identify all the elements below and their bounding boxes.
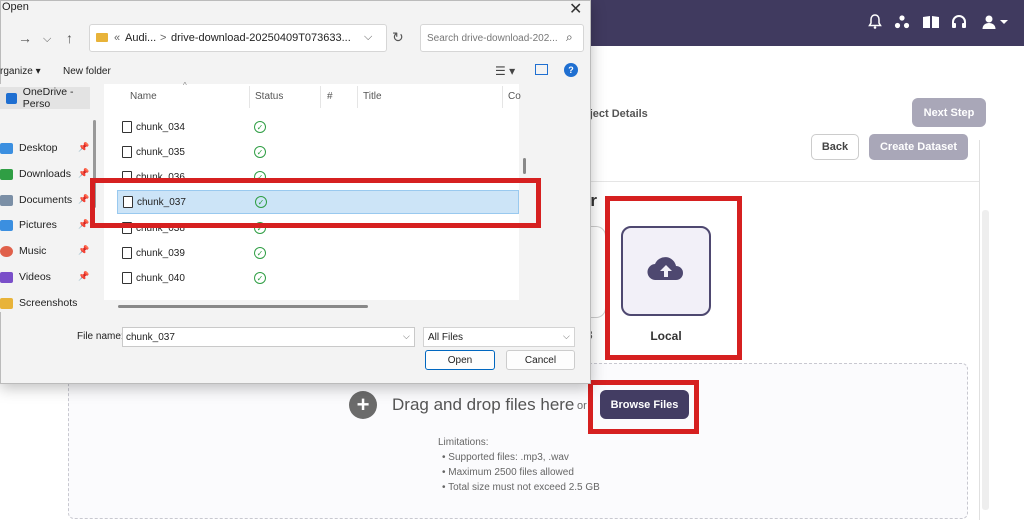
sidebar-item-screenshots[interactable]: Screenshots — [0, 292, 90, 314]
file-name-label: File name: — [77, 331, 124, 342]
bell-icon[interactable] — [868, 14, 886, 32]
audio-file-icon — [122, 247, 132, 259]
step-label-project-details: oject Details — [583, 108, 648, 120]
status-synced-icon: ✓ — [254, 121, 266, 133]
close-icon[interactable]: ✕ — [569, 0, 582, 19]
file-row[interactable]: chunk_040 ✓ — [104, 266, 519, 290]
limit-item: • Maximum 2500 files allowed — [442, 467, 574, 478]
column-separator[interactable] — [502, 86, 503, 108]
breadcrumb-current[interactable]: drive-download-20250409T073633... — [171, 32, 351, 44]
file-row[interactable]: chunk_039 ✓ — [104, 241, 519, 265]
status-synced-icon: ✓ — [254, 272, 266, 284]
pin-icon[interactable]: 📌 — [78, 168, 89, 179]
file-name-input[interactable]: chunk_037 ⌵ — [122, 327, 415, 347]
open-button[interactable]: Open — [425, 350, 495, 370]
column-separator[interactable] — [357, 86, 358, 108]
chevron-down-icon[interactable]: ⌵ — [563, 331, 570, 342]
sidebar-item-music[interactable]: Music 📌 — [0, 240, 90, 262]
book-icon[interactable] — [922, 14, 940, 32]
videos-icon — [0, 271, 13, 283]
search-icon[interactable]: ⌕ — [566, 30, 573, 45]
chevron-down-icon[interactable]: ⌵ — [403, 331, 410, 342]
panel-border — [979, 140, 980, 520]
headset-icon[interactable] — [951, 14, 969, 32]
limit-item: • Total size must not exceed 2.5 GB — [442, 482, 600, 493]
column-header-number[interactable]: # — [327, 91, 333, 102]
audio-file-icon — [122, 146, 132, 158]
cancel-button[interactable]: Cancel — [506, 350, 575, 370]
limit-item: • Supported files: .mp3, .wav — [442, 452, 569, 463]
status-synced-icon: ✓ — [254, 247, 266, 259]
next-step-button[interactable]: Next Step — [912, 98, 986, 127]
refresh-icon[interactable]: ↻ — [392, 29, 404, 46]
dialog-title: Open — [2, 1, 29, 13]
breadcrumb-overflow[interactable]: « — [114, 32, 120, 44]
sort-ascending-icon: ^ — [183, 81, 187, 90]
column-separator[interactable] — [249, 86, 250, 108]
pin-icon[interactable]: 📌 — [78, 219, 89, 230]
local-source-label: Local — [650, 329, 682, 343]
sidebar-item-onedrive[interactable]: OneDrive - Perso — [0, 86, 90, 110]
address-bar[interactable]: « Audi... > drive-download-20250409T0736… — [89, 24, 387, 52]
download-icon — [0, 168, 13, 180]
local-source-card[interactable] — [621, 226, 711, 316]
sidebar-item-downloads[interactable]: Downloads 📌 — [0, 163, 90, 185]
history-dropdown-icon[interactable]: ⌵ — [43, 33, 51, 46]
limitations: Limitations: • Supported files: .mp3, .w… — [438, 435, 600, 495]
new-folder-button[interactable]: New folder — [63, 66, 111, 77]
search-input[interactable]: Search drive-download-202... ⌕ — [420, 24, 584, 52]
sidebar-item-pictures[interactable]: Pictures 📌 — [0, 214, 90, 236]
audio-file-icon — [122, 121, 132, 133]
network-icon[interactable] — [894, 14, 912, 32]
column-header-contributing[interactable]: Co — [508, 91, 521, 102]
folder-icon — [96, 33, 108, 42]
column-header-status[interactable]: Status — [255, 91, 283, 102]
add-icon: + — [349, 391, 377, 419]
help-icon[interactable]: ? — [564, 63, 578, 77]
create-dataset-button[interactable]: Create Dataset — [869, 134, 968, 160]
preview-pane-icon[interactable] — [535, 64, 548, 75]
file-list-scrollbar[interactable] — [523, 158, 526, 174]
music-icon — [0, 245, 13, 257]
cloud-icon — [6, 92, 17, 104]
file-type-select[interactable]: All Files ⌵ — [423, 327, 575, 347]
file-list-horizontal-scrollbar[interactable] — [118, 305, 368, 308]
page-scrollbar[interactable] — [982, 210, 989, 510]
limitations-title: Limitations: — [438, 437, 489, 448]
column-header-name[interactable]: Name — [130, 91, 157, 102]
sidebar-item-documents[interactable]: Documents 📌 — [0, 189, 90, 211]
file-row[interactable]: chunk_034 ✓ — [104, 115, 519, 139]
pin-icon[interactable]: 📌 — [78, 245, 89, 256]
sidebar-item-videos[interactable]: Videos 📌 — [0, 266, 90, 288]
folder-icon — [0, 297, 13, 309]
status-synced-icon: ✓ — [254, 146, 266, 158]
documents-icon — [0, 194, 13, 206]
column-separator[interactable] — [320, 86, 321, 108]
chevron-down-icon[interactable]: ⌵ — [364, 31, 372, 44]
pictures-icon — [0, 219, 13, 231]
pin-icon[interactable]: 📌 — [78, 271, 89, 282]
highlight-box-selected-file — [90, 178, 541, 228]
file-row[interactable]: chunk_035 ✓ — [104, 140, 519, 164]
pin-icon[interactable]: 📌 — [78, 194, 89, 205]
user-icon[interactable] — [982, 14, 1010, 32]
organize-menu[interactable]: rganize ▾ — [0, 66, 41, 77]
breadcrumb-separator: > — [160, 32, 167, 44]
column-header-title[interactable]: Title — [363, 91, 382, 102]
view-options-icon[interactable]: ☰ ▾ — [495, 64, 515, 78]
dropzone-text: Drag and drop files here — [392, 395, 575, 414]
browse-files-button[interactable]: Browse Files — [600, 390, 689, 419]
audio-file-icon — [122, 272, 132, 284]
up-arrow-icon[interactable]: ↑ — [66, 30, 73, 46]
back-button[interactable]: Back — [811, 134, 859, 160]
divider — [583, 181, 979, 182]
cloud-upload-icon — [646, 254, 686, 289]
breadcrumb-segment[interactable]: Audi... — [125, 32, 156, 44]
dropzone-or: or — [577, 400, 587, 412]
search-placeholder: Search drive-download-202... — [427, 33, 558, 44]
desktop-icon — [0, 142, 13, 154]
sidebar-item-desktop[interactable]: Desktop 📌 — [0, 137, 90, 159]
pin-icon[interactable]: 📌 — [78, 142, 89, 153]
forward-arrow-icon[interactable]: → — [18, 30, 32, 46]
